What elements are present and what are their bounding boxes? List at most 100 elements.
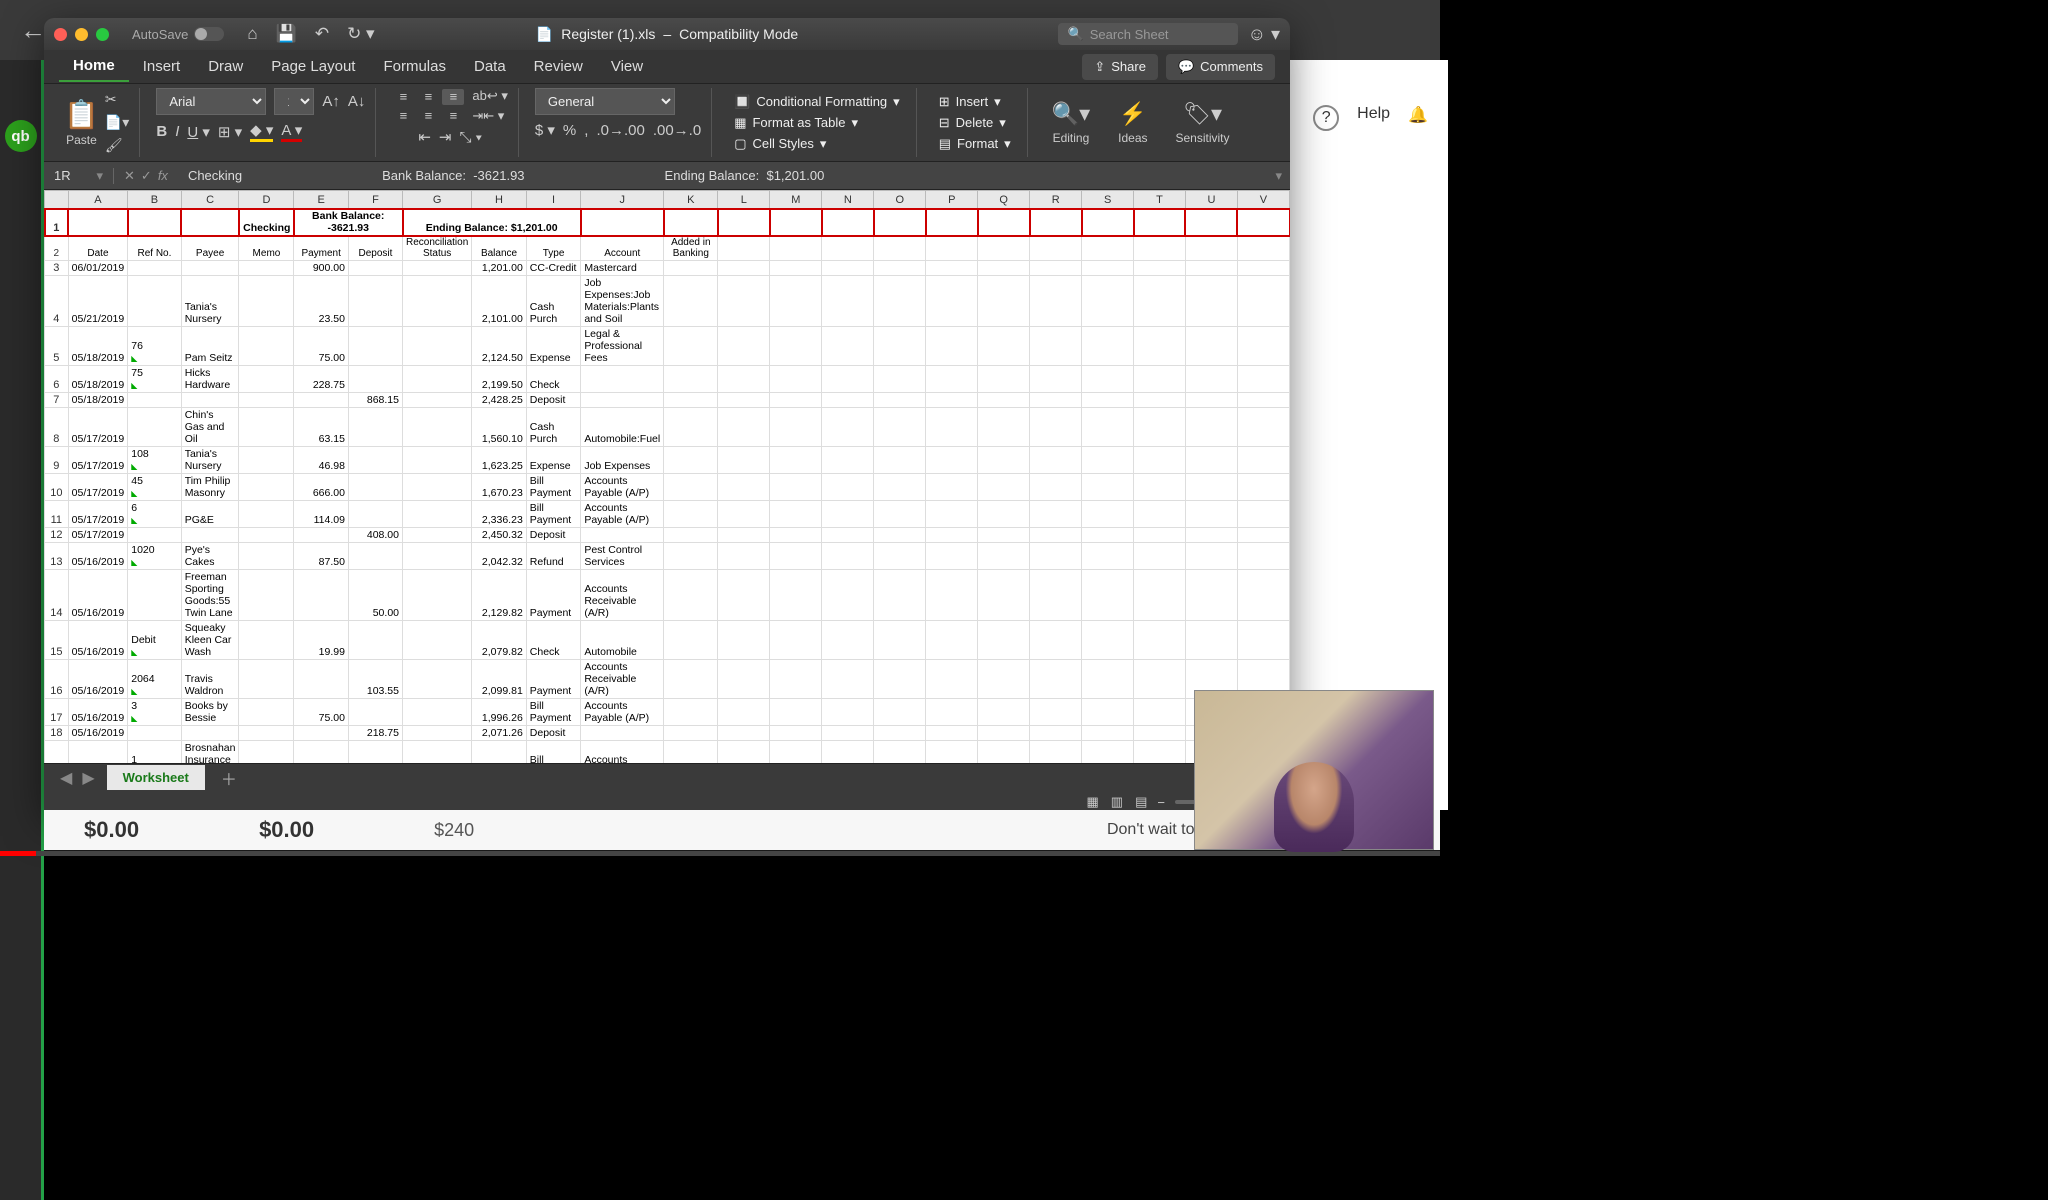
view-page-break-icon[interactable]: ▤ (1135, 794, 1147, 810)
comma-icon[interactable]: , (584, 122, 588, 139)
autosave-toggle[interactable]: AutoSave (132, 27, 224, 42)
expand-formula-icon[interactable]: ▾ (1267, 168, 1290, 184)
tab-next-icon[interactable]: ▶ (82, 768, 94, 788)
row-header[interactable]: 9 (45, 447, 69, 474)
row-header[interactable]: 11 (45, 501, 69, 528)
wrap-text-icon[interactable]: ab↩ ▾ (472, 88, 508, 104)
insert-cells-button[interactable]: ⊞Insert ▾ (933, 93, 1017, 111)
table-row[interactable]: 1305/16/20191020◣Pye's Cakes87.502,042.3… (45, 543, 1290, 570)
number-format-select[interactable]: General (535, 88, 675, 115)
col-header[interactable]: G (403, 191, 472, 209)
browser-back-icon[interactable]: ← (20, 15, 46, 46)
increase-font-icon[interactable]: A↑ (322, 93, 340, 110)
col-header[interactable]: T (1134, 191, 1186, 209)
table-row[interactable]: 405/21/2019Tania's Nursery23.502,101.00C… (45, 276, 1290, 327)
orientation-icon[interactable]: ⤡ ▾ (459, 129, 481, 146)
currency-icon[interactable]: $ ▾ (535, 121, 555, 139)
menu-page-layout[interactable]: Page Layout (257, 52, 369, 81)
quickbooks-logo-icon[interactable]: qb (5, 120, 37, 152)
table-row[interactable]: 705/18/2019868.152,428.25Deposit (45, 393, 1290, 408)
menu-home[interactable]: Home (59, 51, 129, 82)
table-row[interactable]: 1005/17/201945◣Tim Philip Masonry666.001… (45, 474, 1290, 501)
font-name-select[interactable]: Arial (156, 88, 266, 115)
col-header[interactable]: L (718, 191, 770, 209)
row-header[interactable]: 10 (45, 474, 69, 501)
underline-button[interactable]: U ▾ (187, 123, 210, 141)
table-row[interactable]: 306/01/2019900.001,201.00CC-CreditMaster… (45, 261, 1290, 276)
align-right-icon[interactable]: ≡ (442, 108, 464, 124)
spreadsheet-grid[interactable]: ABCDEFGHIJKLMNOPQRSTUV1CheckingBank Bala… (44, 190, 1290, 763)
table-row[interactable]: 1705/16/20193◣Books by Bessie75.001,996.… (45, 699, 1290, 726)
merge-icon[interactable]: ⇥⇤ ▾ (472, 108, 508, 124)
table-row[interactable]: 1505/16/2019Debit◣Squeaky Kleen Car Wash… (45, 621, 1290, 660)
redo-icon[interactable]: ↻ ▾ (347, 24, 375, 44)
menu-formulas[interactable]: Formulas (369, 52, 460, 81)
increase-decimal-icon[interactable]: .0→.00 (596, 122, 644, 139)
toggle-off-icon[interactable] (194, 27, 224, 41)
row-header[interactable]: 15 (45, 621, 69, 660)
align-bottom-icon[interactable]: ≡ (442, 89, 464, 105)
row-header[interactable]: 17 (45, 699, 69, 726)
col-header[interactable]: E (294, 191, 349, 209)
menu-view[interactable]: View (597, 52, 657, 81)
format-cells-button[interactable]: ▤Format ▾ (933, 135, 1017, 153)
cancel-formula-icon[interactable]: ✕ (124, 168, 135, 184)
decrease-decimal-icon[interactable]: .00→.0 (653, 122, 701, 139)
col-header[interactable]: R (1030, 191, 1082, 209)
sheet-area[interactable]: ABCDEFGHIJKLMNOPQRSTUV1CheckingBank Bala… (44, 190, 1290, 763)
italic-button[interactable]: I (175, 123, 179, 140)
font-color-icon[interactable]: A ▾ (281, 121, 302, 142)
sensitivity-button[interactable]: 🏷▾Sensitivity (1168, 97, 1238, 149)
table-row[interactable]: 805/17/2019Chin's Gas and Oil63.151,560.… (45, 408, 1290, 447)
row-header[interactable]: 8 (45, 408, 69, 447)
align-top-icon[interactable]: ≡ (392, 89, 414, 105)
name-box[interactable]: 1R ▾ (44, 168, 114, 184)
table-row[interactable]: 905/17/2019108◣Tania's Nursery46.981,623… (45, 447, 1290, 474)
fx-icon[interactable]: fx (158, 168, 168, 184)
percent-icon[interactable]: % (563, 122, 576, 139)
home-icon[interactable]: ⌂ (247, 24, 257, 44)
row-header[interactable]: 2 (45, 236, 69, 261)
view-page-layout-icon[interactable]: ▥ (1111, 794, 1123, 810)
bell-icon[interactable]: 🔔 (1408, 105, 1428, 125)
col-header[interactable]: V (1237, 191, 1289, 209)
row-header[interactable]: 1 (45, 209, 69, 236)
fill-color-icon[interactable]: ◆ ▾ (250, 121, 273, 142)
row-header[interactable]: 19 (45, 741, 69, 764)
row-header[interactable]: 5 (45, 327, 69, 366)
menu-data[interactable]: Data (460, 52, 520, 81)
row-header[interactable]: 14 (45, 570, 69, 621)
col-header[interactable]: M (770, 191, 822, 209)
help-link[interactable]: Help (1357, 105, 1390, 123)
align-center-icon[interactable]: ≡ (417, 108, 439, 124)
col-header[interactable]: A (68, 191, 128, 209)
copy-icon[interactable]: 📄▾ (105, 114, 129, 131)
ideas-button[interactable]: ⚡Ideas (1110, 97, 1155, 149)
col-header[interactable]: D (239, 191, 294, 209)
col-header[interactable]: C (181, 191, 239, 209)
table-row[interactable]: 1405/16/2019Freeman Sporting Goods:55 Tw… (45, 570, 1290, 621)
format-painter-icon[interactable]: 🖌 (105, 137, 129, 154)
col-header[interactable]: Q (978, 191, 1030, 209)
save-icon[interactable]: 💾 (276, 24, 297, 44)
share-button[interactable]: ⇪Share (1082, 54, 1158, 80)
formula-content[interactable]: Checking Bank Balance: -3621.93 Ending B… (178, 168, 1268, 183)
row-header[interactable]: 7 (45, 393, 69, 408)
window-maximize-icon[interactable] (96, 28, 109, 41)
video-progress[interactable] (0, 851, 1440, 856)
format-as-table-button[interactable]: ▦Format as Table ▾ (728, 114, 906, 132)
table-row[interactable]: 1205/17/2019408.002,450.32Deposit (45, 528, 1290, 543)
table-row[interactable]: 1605/16/20192064◣Travis Waldron103.552,0… (45, 660, 1290, 699)
help-question-icon[interactable]: ? (1313, 105, 1339, 131)
col-header[interactable]: F (348, 191, 402, 209)
row-header[interactable]: 4 (45, 276, 69, 327)
row-header[interactable]: 18 (45, 726, 69, 741)
increase-indent-icon[interactable]: ⇥ (439, 128, 452, 146)
tab-prev-icon[interactable]: ◀ (60, 768, 72, 788)
table-row[interactable]: 505/18/201976◣Pam Seitz75.002,124.50Expe… (45, 327, 1290, 366)
col-header[interactable]: K (664, 191, 718, 209)
menu-draw[interactable]: Draw (194, 52, 257, 81)
cell-styles-button[interactable]: ▢Cell Styles ▾ (728, 135, 906, 153)
table-row[interactable]: 1905/15/20191◣Brosnahan Insurance Agency… (45, 741, 1290, 764)
align-left-icon[interactable]: ≡ (392, 108, 414, 124)
